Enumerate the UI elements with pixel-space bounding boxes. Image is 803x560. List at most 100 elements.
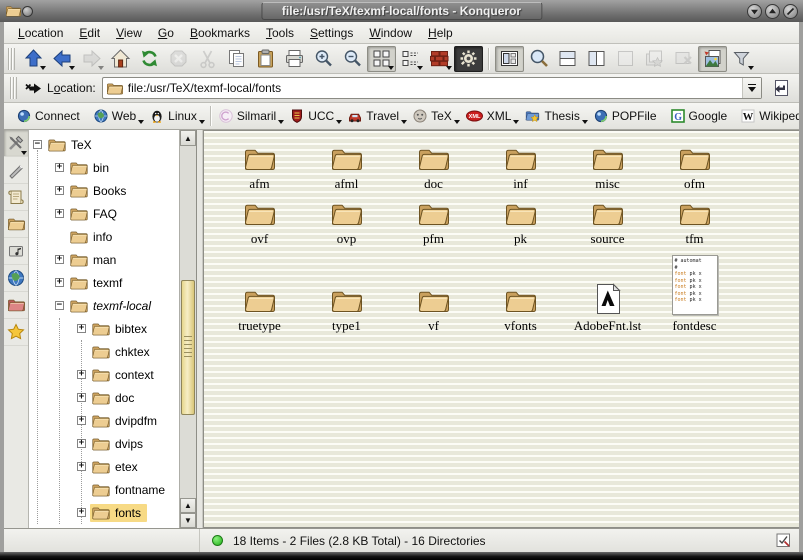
- location-toolbar-grip[interactable]: [10, 77, 17, 99]
- tree-item-bin[interactable]: +bin: [29, 156, 179, 179]
- bookmark-wikipedia[interactable]: WWikipedia: [737, 107, 799, 125]
- bookmark-travel[interactable]: Travel: [344, 107, 409, 125]
- file-item-misc[interactable]: misc: [564, 139, 651, 194]
- list-view-button[interactable]: [396, 46, 425, 72]
- clear-location-button[interactable]: [21, 75, 45, 101]
- close-tab-button[interactable]: [669, 46, 698, 72]
- tree-item-fonts[interactable]: +fonts: [29, 501, 179, 524]
- close-button[interactable]: [783, 4, 798, 19]
- file-item-afml[interactable]: afml: [303, 139, 390, 194]
- find-button[interactable]: [524, 46, 553, 72]
- minimize-button[interactable]: [747, 4, 762, 19]
- up-button[interactable]: [19, 46, 48, 72]
- zoom-out-button[interactable]: [338, 46, 367, 72]
- tree-item-dvipdfm[interactable]: +dvipdfm: [29, 409, 179, 432]
- tree-expander-plus[interactable]: +: [77, 508, 86, 517]
- scroll-up-button-2[interactable]: ▲: [180, 498, 196, 513]
- tree-item-chktex[interactable]: chktex: [29, 340, 179, 363]
- location-input[interactable]: file:/usr/TeX/texmf-local/fonts: [128, 81, 738, 95]
- titlebar[interactable]: file:/usr/TeX/texmf-local/fonts - Konque…: [0, 0, 803, 22]
- menu-location[interactable]: Location: [10, 24, 71, 42]
- file-item-tfm[interactable]: tfm: [651, 194, 738, 249]
- scrollbar-thumb[interactable]: [181, 280, 195, 415]
- tree-expander-plus[interactable]: +: [55, 255, 64, 264]
- tree-item-man[interactable]: +man: [29, 248, 179, 271]
- tree-item-info[interactable]: info: [29, 225, 179, 248]
- file-item-vfonts[interactable]: vfonts: [477, 281, 564, 336]
- tree-expander-plus[interactable]: +: [55, 163, 64, 172]
- file-item-AdobeFnt.lst[interactable]: AdobeFnt.lst: [564, 277, 651, 336]
- tree-item-texmf-local[interactable]: −texmf-local: [29, 294, 179, 317]
- bookmark-google[interactable]: GGoogle: [667, 107, 738, 125]
- menu-help[interactable]: Help: [420, 24, 461, 42]
- tree-item-bibtex[interactable]: +bibtex: [29, 317, 179, 340]
- tree-expander-plus[interactable]: +: [77, 370, 86, 379]
- panel-tab-bookmarks[interactable]: [4, 319, 28, 346]
- brick-view-button[interactable]: [425, 46, 454, 72]
- image-previews-button[interactable]: [698, 46, 727, 72]
- panel-tab-configure[interactable]: [4, 130, 28, 157]
- file-item-inf[interactable]: inf: [477, 139, 564, 194]
- file-item-ovf[interactable]: ovf: [216, 194, 303, 249]
- copy-button[interactable]: [222, 46, 251, 72]
- bookmark-silmaril[interactable]: Silmaril: [215, 107, 286, 125]
- print-button[interactable]: [280, 46, 309, 72]
- new-tab-button[interactable]: [640, 46, 669, 72]
- panel-tab-services[interactable]: [4, 238, 28, 265]
- menu-view[interactable]: View: [108, 24, 150, 42]
- menu-window[interactable]: Window: [361, 24, 420, 42]
- bookmark-linux[interactable]: Linux: [146, 107, 207, 125]
- paste-button[interactable]: [251, 46, 280, 72]
- panel-tab-history[interactable]: [4, 184, 28, 211]
- file-item-pfm[interactable]: pfm: [390, 194, 477, 249]
- gear-view-button[interactable]: [454, 46, 483, 72]
- tree-expander-plus[interactable]: +: [77, 324, 86, 333]
- file-item-ovp[interactable]: ovp: [303, 194, 390, 249]
- reload-button[interactable]: [135, 46, 164, 72]
- tree-expander-plus[interactable]: +: [77, 439, 86, 448]
- file-item-type1[interactable]: type1: [303, 281, 390, 336]
- tree-expander-plus[interactable]: +: [55, 209, 64, 218]
- split-view-top-bottom-button[interactable]: [553, 46, 582, 72]
- menu-bookmarks[interactable]: Bookmarks: [182, 24, 258, 42]
- menu-go[interactable]: Go: [150, 24, 182, 42]
- tree-item-Books[interactable]: +Books: [29, 179, 179, 202]
- forward-button[interactable]: [77, 46, 106, 72]
- cut-button[interactable]: [193, 46, 222, 72]
- zoom-in-button[interactable]: [309, 46, 338, 72]
- tree-item-etex[interactable]: +etex: [29, 455, 179, 478]
- bookmark-web[interactable]: Web: [90, 107, 146, 125]
- scroll-down-button[interactable]: ▼: [180, 513, 196, 528]
- bookmark-popfile[interactable]: POPFile: [590, 107, 667, 125]
- tree-item-context[interactable]: +context: [29, 363, 179, 386]
- tree-item-TeX[interactable]: −TeX: [29, 133, 179, 156]
- scroll-up-button[interactable]: ▲: [180, 130, 196, 146]
- file-item-vf[interactable]: vf: [390, 281, 477, 336]
- go-button[interactable]: [767, 75, 795, 101]
- tree-item-FAQ[interactable]: +FAQ: [29, 202, 179, 225]
- bookmark-ucc[interactable]: UCC: [286, 107, 344, 125]
- panel-tab-bookmarks-flag[interactable]: [4, 157, 28, 184]
- bookmark-thesis[interactable]: Thesis: [521, 107, 589, 125]
- tree-item-dvips[interactable]: +dvips: [29, 432, 179, 455]
- file-item-pk[interactable]: pk: [477, 194, 564, 249]
- menu-settings[interactable]: Settings: [302, 24, 361, 42]
- tree-expander-minus[interactable]: −: [55, 301, 64, 310]
- toolbar-grip[interactable]: [8, 48, 15, 70]
- bookmark-xml[interactable]: XMLXML: [462, 107, 522, 125]
- tree-expander-plus[interactable]: +: [55, 186, 64, 195]
- window-menu-icon[interactable]: [5, 4, 22, 18]
- menu-edit[interactable]: Edit: [71, 24, 108, 42]
- file-item-ofm[interactable]: ofm: [651, 139, 738, 194]
- link-view-checkbox[interactable]: [776, 533, 791, 548]
- tree-expander-plus[interactable]: +: [55, 278, 64, 287]
- tree-item-doc[interactable]: +doc: [29, 386, 179, 409]
- tree-scrollbar[interactable]: ▲ ▲ ▼: [179, 130, 196, 528]
- maximize-button[interactable]: [765, 4, 780, 19]
- panel-tab-root-directory[interactable]: [4, 292, 28, 319]
- tree-expander-plus[interactable]: +: [77, 462, 86, 471]
- tree-item-fontname[interactable]: fontname: [29, 478, 179, 501]
- file-item-fontdesc[interactable]: # automat#font pk xfont pk xfont pk xfon…: [651, 249, 738, 336]
- icon-view-button[interactable]: [367, 46, 396, 72]
- tree-expander-plus[interactable]: +: [77, 416, 86, 425]
